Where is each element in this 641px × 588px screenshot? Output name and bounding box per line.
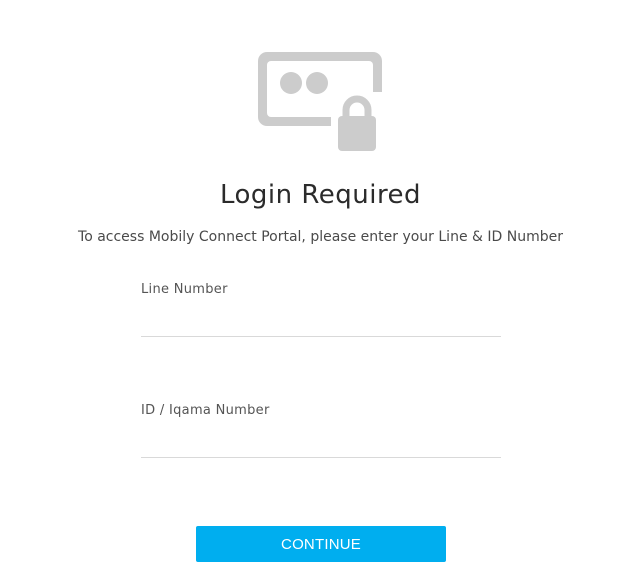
id-number-input[interactable] <box>141 430 501 458</box>
line-number-input[interactable] <box>141 309 501 337</box>
id-number-field: ID / Iqama Number <box>141 402 501 458</box>
page-subtitle: To access Mobily Connect Portal, please … <box>78 229 563 245</box>
continue-button[interactable]: CONTINUE <box>196 526 446 562</box>
line-number-field: Line Number <box>141 281 501 337</box>
page-title: Login Required <box>219 180 422 210</box>
line-number-label: Line Number <box>141 282 228 297</box>
id-number-label: ID / Iqama Number <box>141 403 270 418</box>
login-page: Login Required To access Mobily Connect … <box>0 0 641 588</box>
id-card-lock-icon <box>258 52 382 152</box>
